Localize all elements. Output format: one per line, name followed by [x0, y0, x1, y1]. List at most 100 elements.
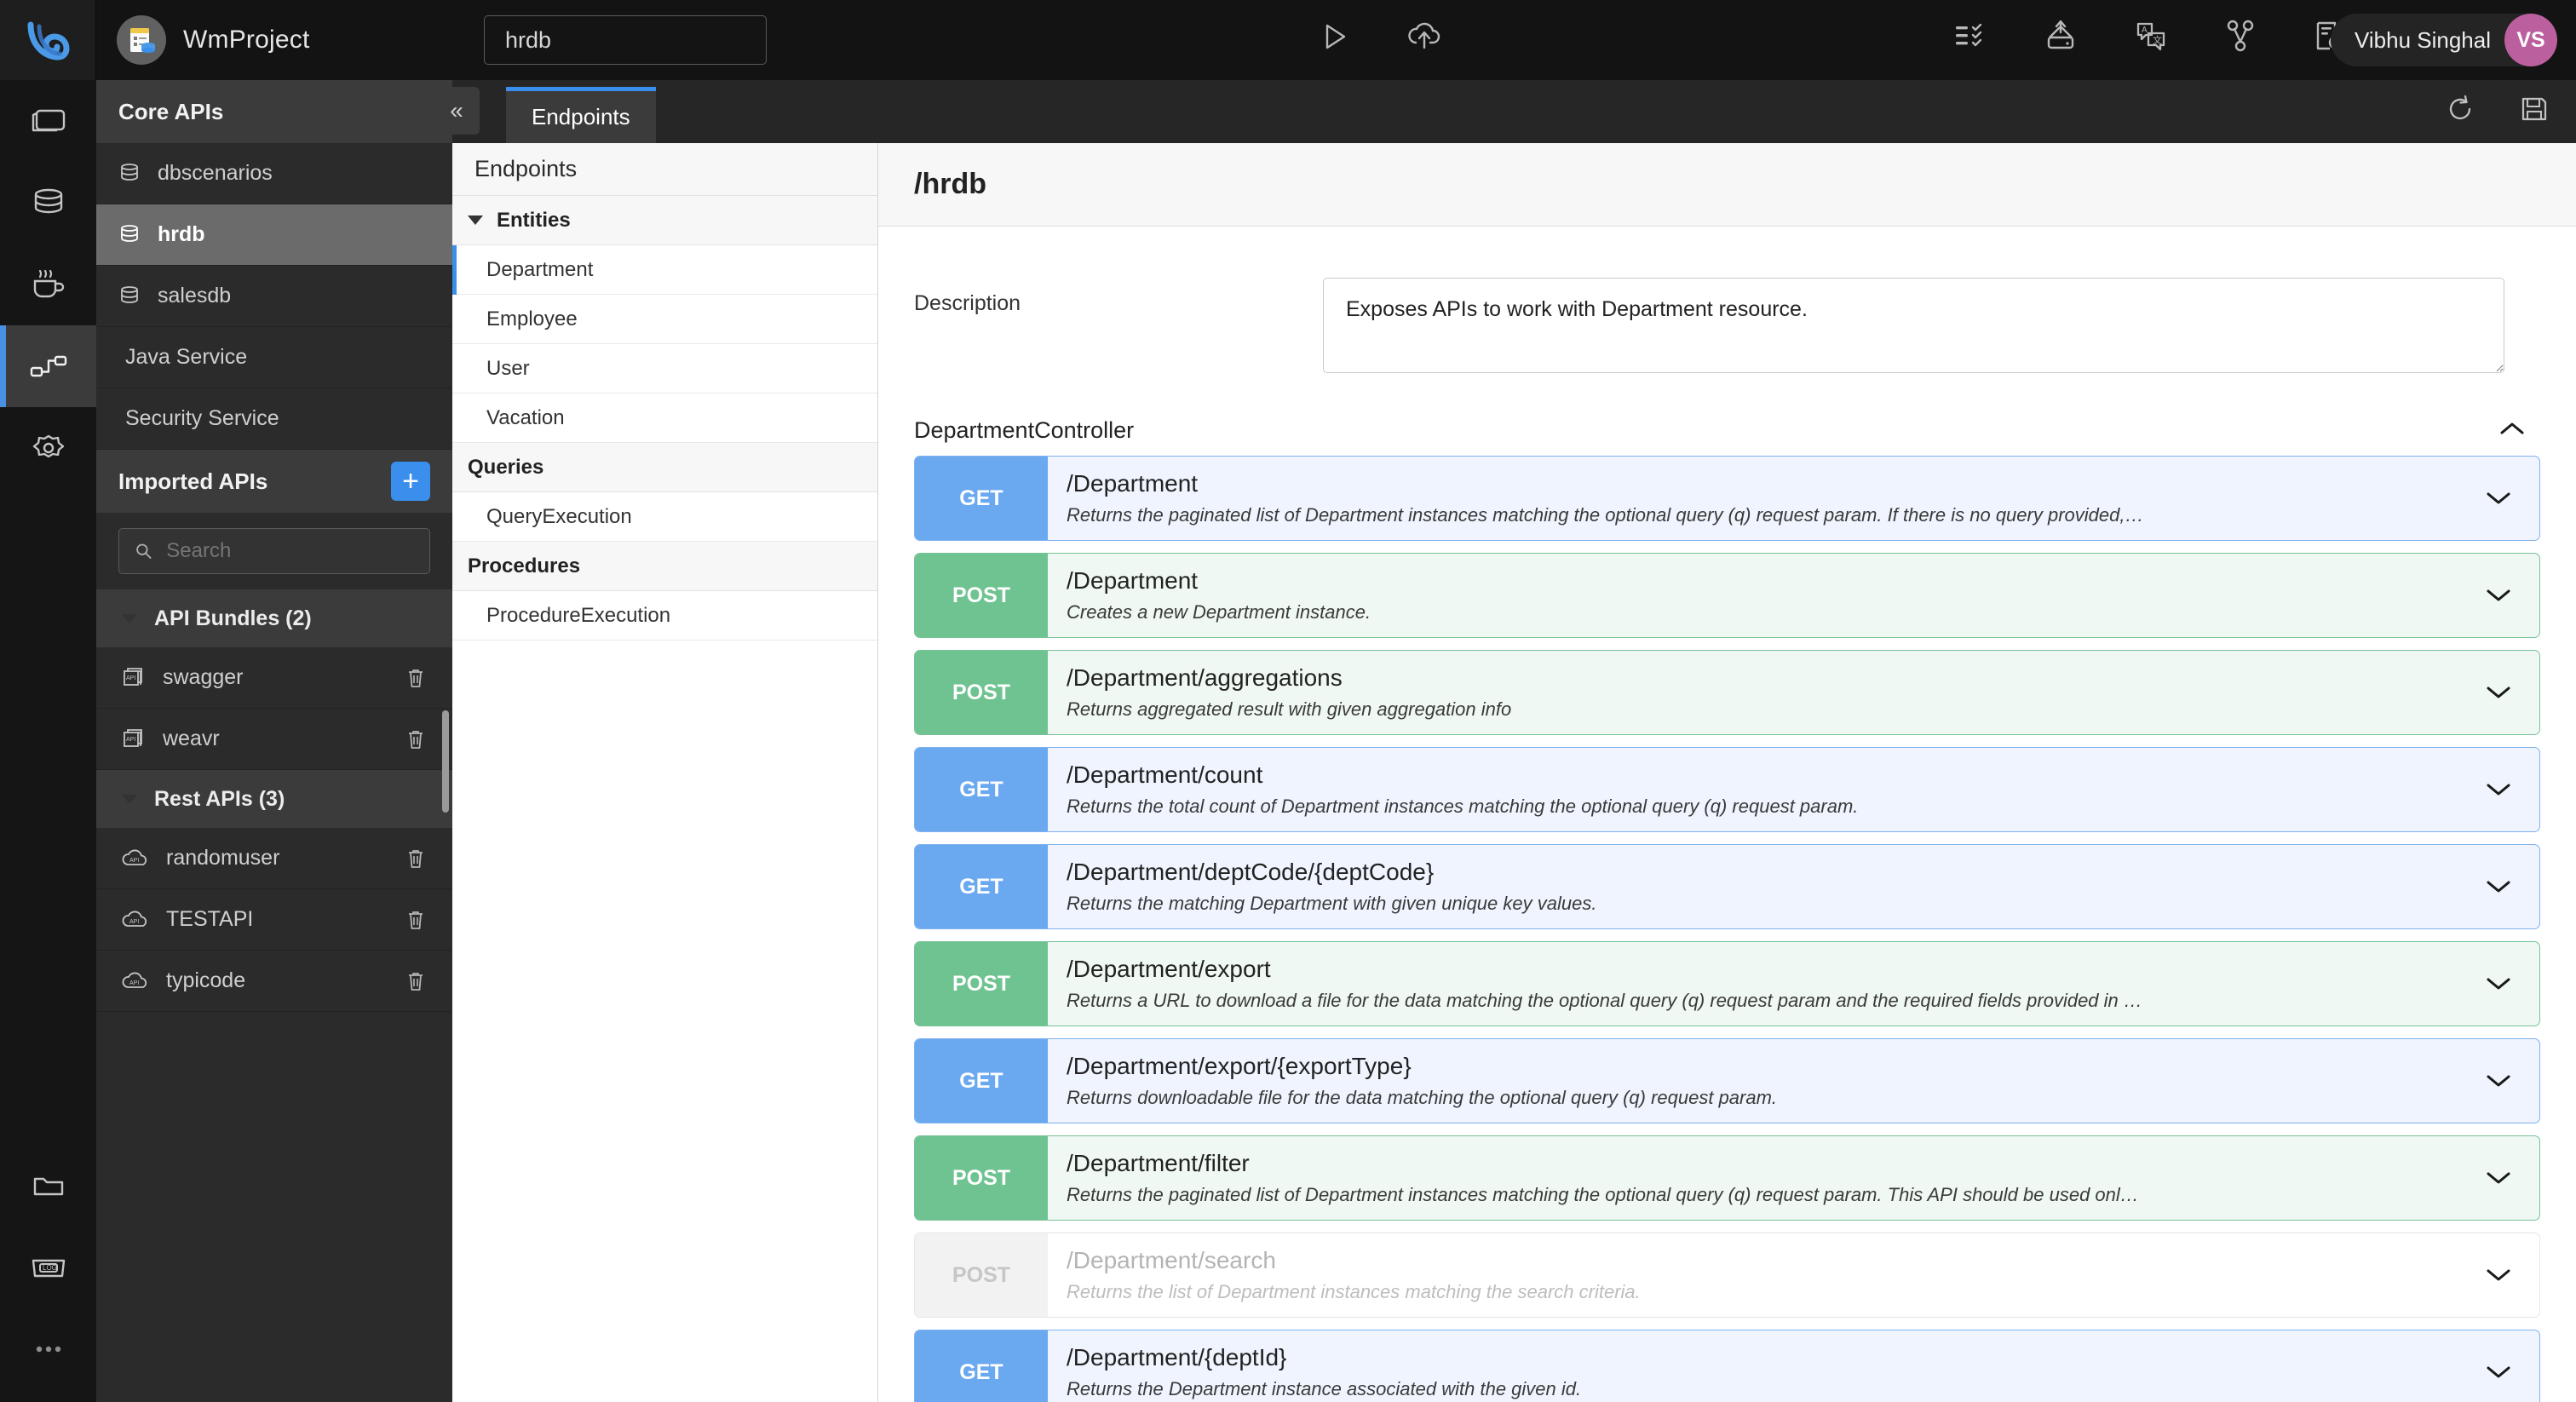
list-item-typicode[interactable]: API typicode [96, 951, 452, 1012]
tree-item-procedureexecution[interactable]: ProcedureExecution [452, 591, 877, 641]
method-badge: GET [915, 1330, 1048, 1402]
svg-text:API: API [126, 675, 135, 681]
search-input[interactable] [166, 539, 414, 563]
triangle-down-icon [122, 794, 137, 804]
rail-item-more[interactable] [0, 1308, 96, 1390]
chevron-up-icon[interactable] [2498, 419, 2527, 442]
pages-icon [32, 109, 65, 132]
svg-text:API: API [129, 919, 139, 925]
wavemaker-logo-cell[interactable] [0, 0, 96, 80]
chevron-down-icon[interactable] [2458, 1233, 2539, 1317]
rail-item-database[interactable] [0, 162, 96, 244]
add-imported-api-button[interactable]: + [391, 462, 430, 501]
chevron-down-icon[interactable] [2458, 651, 2539, 734]
tree-group-queries[interactable]: Queries [452, 443, 877, 492]
tree-item-vacation[interactable]: Vacation [452, 394, 877, 443]
rail-item-folder[interactable] [0, 1145, 96, 1227]
project-chip[interactable]: WmProject [96, 15, 309, 65]
sidebar-item-label: dbscenarios [158, 161, 273, 185]
sidebar-item-security-service[interactable]: Security Service [96, 388, 452, 450]
user-name: Vibhu Singhal [2355, 26, 2491, 53]
trash-icon[interactable] [405, 969, 427, 993]
group-api-bundles[interactable]: API Bundles (2) [96, 589, 452, 647]
endpoint-row[interactable]: POST /Department/filter Returns the pagi… [914, 1135, 2540, 1221]
trash-icon[interactable] [405, 727, 427, 751]
log-icon: LOG [32, 1259, 65, 1278]
share-branch-icon[interactable] [2222, 17, 2259, 55]
tree-group-entities[interactable]: Entities [452, 196, 877, 245]
tree-item-employee[interactable]: Employee [452, 295, 877, 344]
user-menu[interactable]: Vibhu Singhal VS [2331, 14, 2557, 66]
chevron-down-icon[interactable] [2458, 1039, 2539, 1123]
chevron-down-icon[interactable] [2458, 942, 2539, 1026]
endpoint-row[interactable]: GET /Department Returns the paginated li… [914, 456, 2540, 541]
endpoint-path: /Department/filter [1067, 1150, 1250, 1176]
tree-group-procedures[interactable]: Procedures [452, 542, 877, 591]
rail-item-pages[interactable] [0, 80, 96, 162]
endpoint-row[interactable]: POST /Department/aggregations Returns ag… [914, 650, 2540, 735]
method-badge: POST [915, 651, 1048, 734]
tree-item-department[interactable]: Department [452, 245, 877, 295]
endpoint-body: /Department/filter Returns the paginated… [1048, 1136, 2458, 1220]
rail-item-log[interactable]: LOG [0, 1227, 96, 1308]
method-badge: GET [915, 748, 1048, 831]
rail-item-java-service[interactable] [0, 244, 96, 325]
endpoint-row[interactable]: GET /Department/deptCode/{deptCode} Retu… [914, 844, 2540, 929]
list-item-randomuser[interactable]: API randomuser [96, 828, 452, 889]
list-item-testapi[interactable]: API TESTAPI [96, 889, 452, 951]
refresh-icon[interactable] [2443, 92, 2477, 126]
chevron-down-icon[interactable] [2458, 554, 2539, 637]
group-rest-apis[interactable]: Rest APIs (3) [96, 770, 452, 828]
api-cloud-icon: API [122, 911, 147, 927]
search-box[interactable] [118, 528, 430, 574]
database-icon [121, 163, 138, 181]
description-textarea[interactable]: Exposes APIs to work with Department res… [1323, 278, 2504, 373]
chevron-down-icon[interactable] [2458, 1330, 2539, 1402]
endpoint-row[interactable]: GET /Department/export/{exportType} Retu… [914, 1038, 2540, 1123]
tree-item-user[interactable]: User [452, 344, 877, 394]
sidebar-item-salesdb[interactable]: salesdb [96, 266, 452, 327]
tree-item-queryexecution[interactable]: QueryExecution [452, 492, 877, 542]
trash-icon[interactable] [405, 666, 427, 690]
run-icon[interactable] [1316, 19, 1352, 55]
rail-item-api-connector[interactable] [0, 325, 96, 407]
endpoint-row[interactable]: POST /Department/export Returns a URL to… [914, 941, 2540, 1026]
sidebar-item-java-service[interactable]: Java Service [96, 327, 452, 388]
translate-icon[interactable]: A 文 [2131, 17, 2171, 55]
endpoint-row[interactable]: GET /Department/count Returns the total … [914, 747, 2540, 832]
collapse-left-icon[interactable]: « [434, 87, 480, 135]
tree-title: Endpoints [452, 143, 877, 196]
endpoint-row[interactable]: GET /Department/{deptId} Returns the Dep… [914, 1330, 2540, 1402]
list-item-label: swagger [163, 665, 244, 689]
chevron-down-icon[interactable] [2458, 845, 2539, 928]
cloud-upload-icon[interactable] [1405, 19, 1444, 55]
endpoint-body: /Department Creates a new Department ins… [1048, 554, 2458, 637]
group-label: API Bundles (2) [154, 606, 312, 630]
svg-text:LOG: LOG [43, 1264, 57, 1272]
endpoint-row[interactable]: POST /Department Creates a new Departmen… [914, 553, 2540, 638]
deploy-icon[interactable] [2041, 17, 2080, 55]
save-icon[interactable] [2516, 92, 2550, 126]
chevron-down-icon[interactable] [2458, 748, 2539, 831]
sidebar-search-wrap [96, 513, 452, 589]
chevron-down-icon[interactable] [2458, 1136, 2539, 1220]
trash-icon[interactable] [405, 847, 427, 871]
svg-text:A: A [2142, 26, 2148, 35]
tab-endpoints[interactable]: Endpoints [506, 87, 656, 143]
sidebar-item-dbscenarios[interactable]: dbscenarios [96, 143, 452, 204]
endpoint-description: Creates a new Department instance. [1067, 601, 1371, 623]
list-item-weavr[interactable]: API weavr [96, 709, 452, 770]
api-bundle-icon: API [124, 667, 142, 686]
endpoint-row[interactable]: POST /Department/search Returns the list… [914, 1232, 2540, 1318]
artifact-name-input[interactable] [484, 15, 767, 65]
chevron-down-icon[interactable] [2458, 457, 2539, 540]
sidebar-scrollbar[interactable] [442, 710, 449, 813]
trash-icon[interactable] [405, 908, 427, 932]
checklist-icon[interactable] [1951, 18, 1990, 54]
icon-rail: LOG [0, 80, 96, 1402]
controller-header[interactable]: DepartmentController [878, 373, 2576, 456]
rail-item-settings[interactable] [0, 407, 96, 489]
list-item-swagger[interactable]: API swagger [96, 647, 452, 709]
endpoint-body: /Department/deptCode/{deptCode} Returns … [1048, 845, 2458, 928]
sidebar-item-hrdb[interactable]: hrdb [96, 204, 452, 266]
